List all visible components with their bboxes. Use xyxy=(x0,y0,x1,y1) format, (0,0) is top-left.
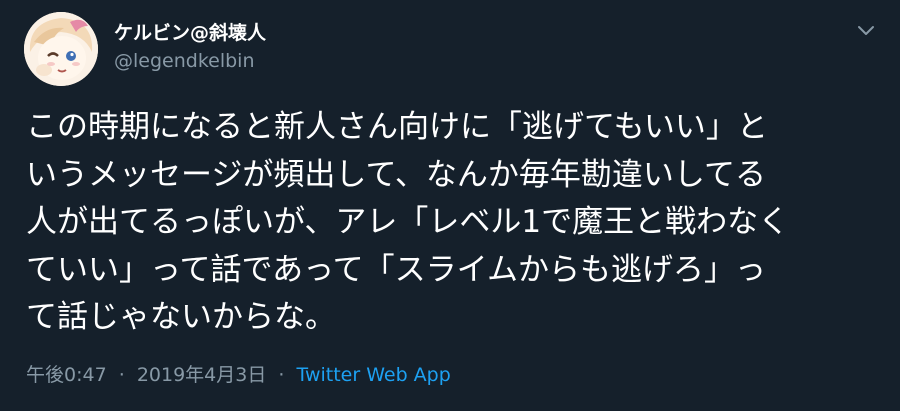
chevron-down-icon xyxy=(858,26,874,35)
display-name[interactable]: ケルビン@斜壊人 xyxy=(114,18,266,45)
tweet-source-link[interactable]: Twitter Web App xyxy=(296,364,450,386)
tweet-metadata: 午後0:47 · 2019年4月3日 · Twitter Web App xyxy=(26,360,451,387)
tweet-menu-button[interactable] xyxy=(854,18,878,42)
tweet-card: ケルビン@斜壊人 @legendkelbin この時期になると新人さん向けに「逃… xyxy=(0,0,900,411)
avatar-image xyxy=(24,12,98,86)
avatar[interactable] xyxy=(24,12,98,86)
tweet-text: この時期になると新人さん向けに「逃げてもいい」と いうメッセージが頻出して、なん… xyxy=(26,109,790,335)
tweet-date[interactable]: 2019年4月3日 xyxy=(137,364,267,386)
meta-separator: · xyxy=(118,364,125,386)
tweet-time[interactable]: 午後0:47 xyxy=(26,364,107,386)
user-handle[interactable]: @legendkelbin xyxy=(114,50,255,72)
meta-separator: · xyxy=(278,364,285,386)
